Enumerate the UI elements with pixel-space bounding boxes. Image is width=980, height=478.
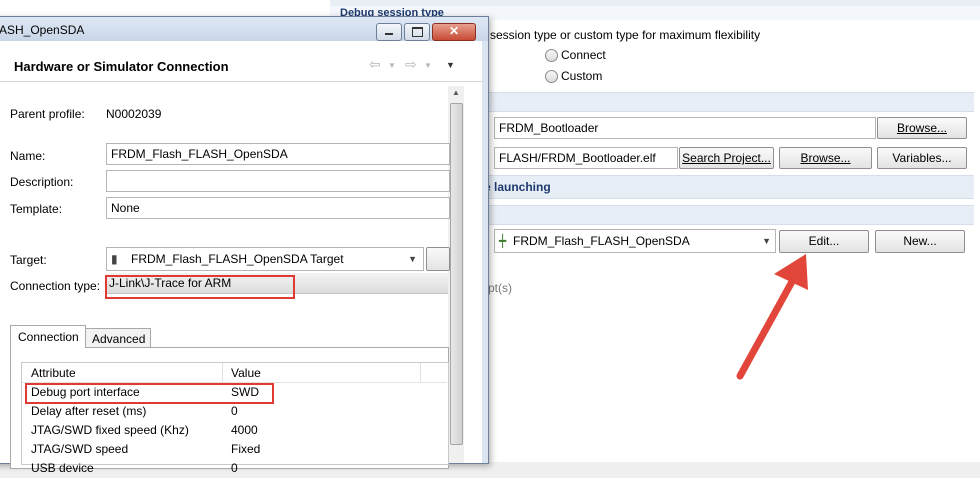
name-field[interactable]: FRDM_Flash_FLASH_OpenSDA [106, 143, 450, 165]
value-cell: 0 [231, 404, 238, 418]
close-button[interactable]: ✕ [432, 23, 476, 41]
highlight-debug-port [25, 383, 274, 404]
minimize-button[interactable] [376, 23, 402, 41]
dialog-title: ASH_OpenSDA [0, 23, 85, 37]
new-label: New... [903, 234, 937, 248]
column-header-attribute: Attribute [31, 366, 76, 380]
table-row[interactable]: JTAG/SWD speed Fixed [31, 440, 451, 459]
elf-path-field[interactable]: FLASH/FRDM_Bootloader.elf [494, 147, 678, 169]
session-description: session type or custom type for maximum … [490, 28, 761, 42]
dialog-titlebar: ASH_OpenSDA ✕ [0, 17, 488, 41]
launching-section-band: e launching [484, 175, 974, 199]
browse-elf-label: Browse... [800, 151, 851, 165]
variables-button[interactable]: Variables... [877, 147, 967, 169]
description-label: Description: [10, 175, 74, 189]
radio-connect[interactable] [545, 49, 558, 62]
tab-advanced-label: Advanced [92, 332, 146, 346]
scrollbar-thumb[interactable] [450, 103, 463, 445]
new-button[interactable]: New... [875, 230, 965, 253]
attribute-cell: Delay after reset (ms) [31, 404, 147, 418]
column-header-value: Value [231, 366, 261, 380]
target-label: Target: [10, 253, 47, 267]
connection-select-value: FRDM_Flash_FLASH_OpenSDA [513, 234, 690, 248]
close-icon: ✕ [449, 24, 460, 38]
tab-connection[interactable]: Connection [10, 325, 86, 348]
target-select[interactable]: ▮ FRDM_Flash_FLASH_OpenSDA Target ▼ [106, 247, 424, 271]
back-icon[interactable]: ⇦ [369, 56, 381, 73]
table-row[interactable]: USB device 0 [31, 459, 451, 475]
template-label: Template: [10, 202, 63, 216]
search-project-button[interactable]: Search Project... [679, 147, 774, 169]
table-row[interactable]: JTAG/SWD fixed speed (Khz) 4000 [31, 421, 451, 440]
connection-type-label: Connection type: [10, 279, 101, 293]
highlight-connection-type [105, 275, 295, 299]
target-select-value: FRDM_Flash_FLASH_OpenSDA Target [131, 252, 344, 266]
launching-section-label: e launching [484, 180, 551, 194]
connection-dialog: ASH_OpenSDA ✕ Hardware or Simulator Conn… [0, 16, 489, 475]
variables-label: Variables... [892, 151, 952, 165]
scroll-up-icon[interactable]: ▲ [452, 88, 460, 97]
background-section-band [488, 92, 974, 112]
parent-profile-value: N0002039 [106, 107, 162, 121]
dialog-body: Hardware or Simulator Connection ⇦ ▼ ⇨ ▼… [0, 41, 482, 475]
arrow-shaft [736, 274, 798, 380]
search-project-label: Search Project... [682, 151, 771, 165]
background-section-band-2 [488, 205, 974, 225]
page-title: Hardware or Simulator Connection [14, 59, 229, 74]
description-field[interactable] [106, 170, 450, 192]
project-field[interactable]: FRDM_Bootloader [494, 117, 876, 139]
table-row[interactable]: Delay after reset (ms) 0 [31, 402, 451, 421]
tab-connection-label: Connection [18, 330, 79, 344]
back-dropdown-icon[interactable]: ▼ [388, 61, 396, 70]
maximize-icon [412, 27, 423, 37]
target-extra-button[interactable] [426, 247, 450, 271]
radio-connect-label: Connect [561, 48, 606, 62]
attribute-cell: JTAG/SWD speed [31, 442, 129, 456]
browse-elf-button[interactable]: Browse... [779, 147, 872, 169]
radio-custom[interactable] [545, 70, 558, 83]
dialog-header: Hardware or Simulator Connection ⇦ ▼ ⇨ ▼… [0, 41, 482, 82]
partial-text: pt(s) [488, 281, 512, 295]
column-divider[interactable] [222, 363, 223, 382]
tab-advanced[interactable]: Advanced [85, 328, 151, 348]
parent-profile-label: Parent profile: [10, 107, 85, 121]
template-field[interactable]: None [106, 197, 450, 219]
name-label: Name: [10, 149, 46, 163]
chevron-down-icon: ▼ [408, 254, 417, 264]
minimize-icon [385, 33, 393, 35]
forward-dropdown-icon[interactable]: ▼ [424, 61, 432, 70]
connection-icon: ┿ [499, 234, 507, 248]
column-divider-2 [420, 363, 421, 382]
table-header: Attribute Value [22, 363, 447, 383]
value-cell: Fixed [231, 442, 261, 456]
attribute-cell: JTAG/SWD fixed speed (Khz) [31, 423, 189, 437]
forward-icon[interactable]: ⇨ [405, 56, 417, 73]
value-cell: 4000 [231, 423, 258, 437]
radio-custom-label: Custom [561, 69, 603, 83]
maximize-button[interactable] [404, 23, 430, 41]
browse-project-label: Browse... [896, 121, 947, 135]
browse-project-button[interactable]: Browse... [877, 117, 967, 139]
chip-icon: ▮ [111, 252, 118, 266]
annotation-arrow [736, 254, 808, 380]
view-menu-icon[interactable]: ▼ [446, 60, 455, 70]
